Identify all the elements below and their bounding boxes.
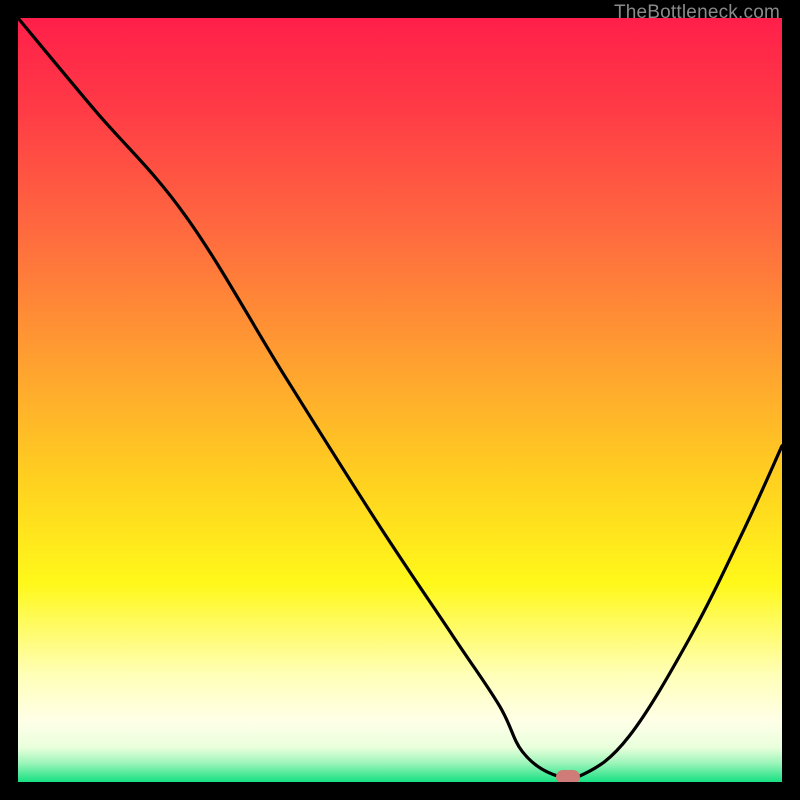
plot-area: [18, 18, 782, 782]
optimal-marker: [556, 770, 580, 782]
watermark-text: TheBottleneck.com: [614, 2, 780, 24]
bottleneck-curve: [18, 18, 782, 779]
curve-layer: [18, 18, 782, 782]
chart-container: TheBottleneck.com: [0, 0, 800, 800]
